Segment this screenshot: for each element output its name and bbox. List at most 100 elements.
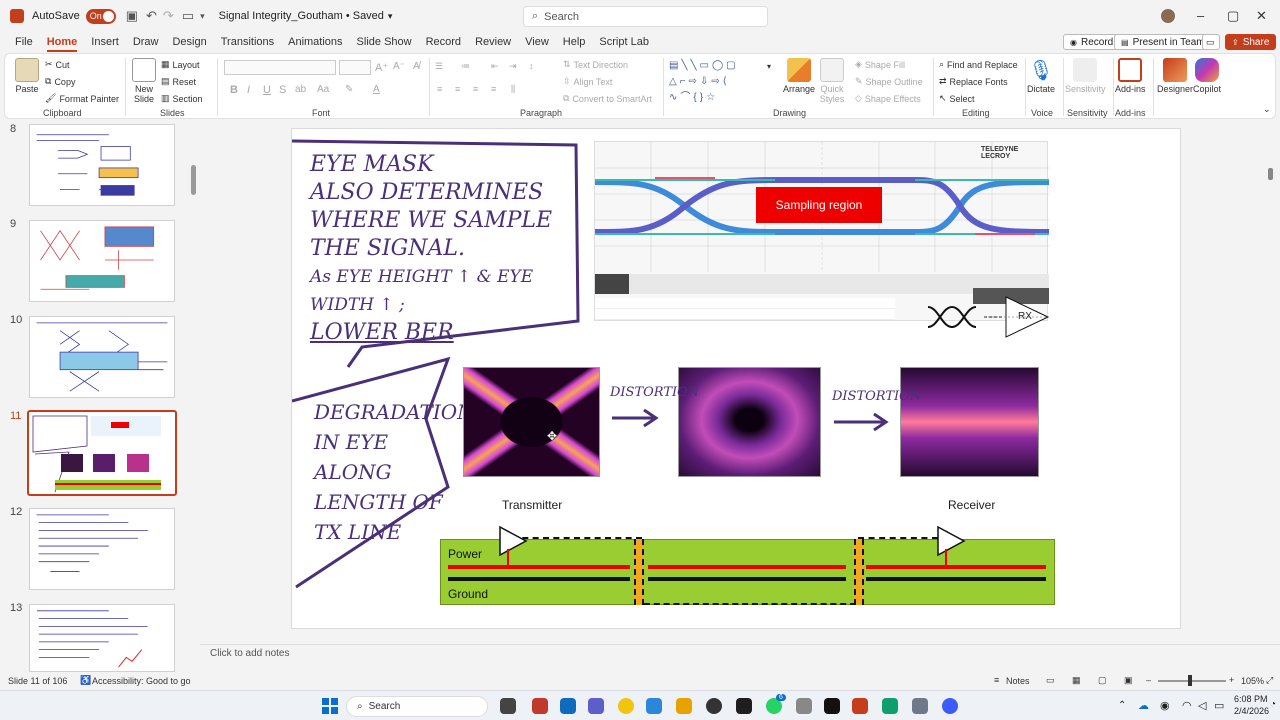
zoom-slider-track[interactable]: [1158, 680, 1226, 682]
text-direction-button[interactable]: ⇅ Text Direction: [563, 59, 628, 70]
select-button[interactable]: ↖ Select: [939, 93, 975, 104]
tab-view[interactable]: View: [518, 32, 556, 52]
maximize-icon[interactable]: ▢: [1227, 8, 1239, 24]
rounded-rect-shape-icon[interactable]: ▢: [726, 60, 738, 71]
tab-animations[interactable]: Animations: [281, 32, 349, 52]
char-spacing-icon[interactable]: ab: [295, 84, 306, 95]
tab-slide-show[interactable]: Slide Show: [350, 32, 419, 52]
tray-chevron-icon[interactable]: ⌃: [1118, 700, 1126, 711]
shapes-gallery[interactable]: ▤╲╲▭◯▢ △⌐⇨⇩⇨⟨ ∿⌒{}☆: [669, 58, 765, 106]
reading-view-icon[interactable]: ▢: [1098, 675, 1107, 686]
editor-scrollbar[interactable]: [1268, 168, 1273, 180]
quick-styles-button[interactable]: Quick Styles: [817, 58, 847, 104]
app-icon[interactable]: [824, 698, 840, 714]
highlight-icon[interactable]: ✎: [345, 84, 353, 95]
taskbar-search[interactable]: ⌕ Search: [346, 696, 488, 717]
section-button[interactable]: ▥ Section: [161, 93, 203, 104]
curve-shape-icon[interactable]: ∿: [669, 92, 680, 103]
record-button[interactable]: ◉ Record: [1063, 34, 1121, 50]
arc-shape-icon[interactable]: ⌒: [680, 92, 693, 103]
oval-shape-icon[interactable]: ◯: [712, 60, 726, 71]
brace-shape-icon[interactable]: ⟨: [723, 76, 730, 87]
volume-icon[interactable]: ◁: [1198, 699, 1206, 712]
slide-thumbnail-12[interactable]: [29, 508, 175, 590]
zoom-level[interactable]: 105%: [1241, 676, 1264, 686]
battery-icon[interactable]: ▭: [1214, 699, 1224, 712]
settings-icon[interactable]: [912, 698, 928, 714]
sensitivity-button[interactable]: Sensitivity: [1065, 58, 1106, 94]
zoom-app-icon[interactable]: [942, 698, 958, 714]
bullets-icon[interactable]: ☰: [435, 61, 443, 72]
triangle-shape-icon[interactable]: △: [669, 76, 680, 87]
normal-view-icon[interactable]: ▭: [1046, 675, 1055, 686]
increase-font-icon[interactable]: A⁺: [375, 61, 388, 74]
font-size-select[interactable]: [339, 60, 371, 75]
star-shape-icon[interactable]: ☆: [706, 92, 718, 103]
increase-indent-icon[interactable]: ⇥: [509, 61, 517, 72]
designer-button[interactable]: Designer: [1157, 58, 1193, 94]
replace-fonts-button[interactable]: ⇄ Replace Fonts: [939, 76, 1008, 87]
task-view-icon[interactable]: [500, 698, 516, 714]
edge-icon[interactable]: [882, 698, 898, 714]
new-slide-button[interactable]: New Slide: [129, 58, 159, 104]
clock-date[interactable]: 2/4/2026: [1234, 706, 1269, 716]
github-icon[interactable]: [706, 698, 722, 714]
fit-slide-icon[interactable]: ⤢: [1266, 675, 1273, 686]
decrease-font-icon[interactable]: A⁻: [393, 61, 405, 72]
onedrive-icon[interactable]: ☁: [1138, 699, 1149, 712]
addins-button[interactable]: Add-ins: [1115, 58, 1146, 94]
notes-pane[interactable]: Click to add notes: [200, 644, 1280, 672]
save-icon[interactable]: ▣: [126, 8, 138, 24]
tab-record[interactable]: Record: [419, 32, 468, 52]
close-icon[interactable]: ✕: [1256, 8, 1267, 24]
tab-help[interactable]: Help: [556, 32, 593, 52]
autosave-toggle[interactable]: On: [85, 8, 116, 24]
copilot-button[interactable]: Copilot: [1193, 58, 1221, 94]
reset-button[interactable]: ▤ Reset: [161, 76, 196, 87]
teams-icon[interactable]: [588, 698, 604, 714]
file-explorer-icon[interactable]: [676, 698, 692, 714]
tab-script-lab[interactable]: Script Lab: [592, 32, 656, 52]
redo-icon[interactable]: ↷: [163, 8, 174, 24]
app-icon[interactable]: [796, 698, 812, 714]
strikethrough-icon[interactable]: S: [279, 84, 286, 96]
comments-button[interactable]: ▭: [1202, 34, 1220, 50]
windows-start-icon[interactable]: [322, 698, 338, 714]
shapes-more-icon[interactable]: ▾: [767, 62, 771, 71]
columns-icon[interactable]: ⫼: [511, 84, 515, 95]
paste-button[interactable]: Paste: [15, 58, 39, 94]
tab-design[interactable]: Design: [165, 32, 213, 52]
convert-smartart-button[interactable]: ⧉ Convert to SmartArt: [563, 93, 652, 104]
notes-toggle[interactable]: Notes: [1006, 676, 1030, 686]
terminal-icon[interactable]: [736, 698, 752, 714]
bold-icon[interactable]: B: [230, 84, 238, 96]
chrome-icon[interactable]: [618, 698, 634, 714]
slide-thumbnail-10[interactable]: [29, 316, 175, 398]
accessibility-status[interactable]: Accessibility: Good to go: [92, 676, 191, 686]
share-button[interactable]: ⇪ Share: [1225, 34, 1277, 50]
app-tray-icon[interactable]: ◉: [1160, 699, 1170, 712]
chevron-down-icon[interactable]: ▾: [388, 11, 393, 22]
cut-button[interactable]: ✂ Cut: [45, 59, 70, 70]
zoom-slider-thumb[interactable]: [1188, 675, 1192, 686]
customize-toolbar-icon[interactable]: ▾: [200, 11, 205, 22]
arrow-shape-icon[interactable]: ⇨: [711, 76, 722, 87]
rect-shape-icon[interactable]: ▭: [700, 60, 712, 71]
format-painter-button[interactable]: 🖌 Format Painter: [45, 93, 119, 104]
slide-thumbnail-11[interactable]: [27, 410, 177, 496]
line2-shape-icon[interactable]: ╲: [690, 60, 699, 71]
font-family-select[interactable]: [224, 60, 336, 75]
tab-home[interactable]: Home: [40, 32, 85, 52]
underline-icon[interactable]: U: [263, 84, 271, 96]
align-right-icon[interactable]: ≡: [473, 84, 478, 94]
document-title[interactable]: Signal Integrity_Goutham • Saved: [219, 10, 384, 22]
textbox-shape-icon[interactable]: ▤: [669, 60, 681, 71]
layout-button[interactable]: ▦ Layout: [161, 59, 200, 70]
decrease-indent-icon[interactable]: ⇤: [491, 61, 499, 72]
wifi-icon[interactable]: ◠: [1182, 699, 1192, 712]
clock-time[interactable]: 6:08 PM: [1234, 694, 1268, 704]
align-center-icon[interactable]: ≡: [455, 84, 460, 94]
copy-button[interactable]: ⧉ Copy: [45, 76, 75, 87]
arrow-right-shape-icon[interactable]: ⇨: [689, 76, 700, 87]
dictate-button[interactable]: 🎙 Dictate: [1027, 58, 1055, 94]
